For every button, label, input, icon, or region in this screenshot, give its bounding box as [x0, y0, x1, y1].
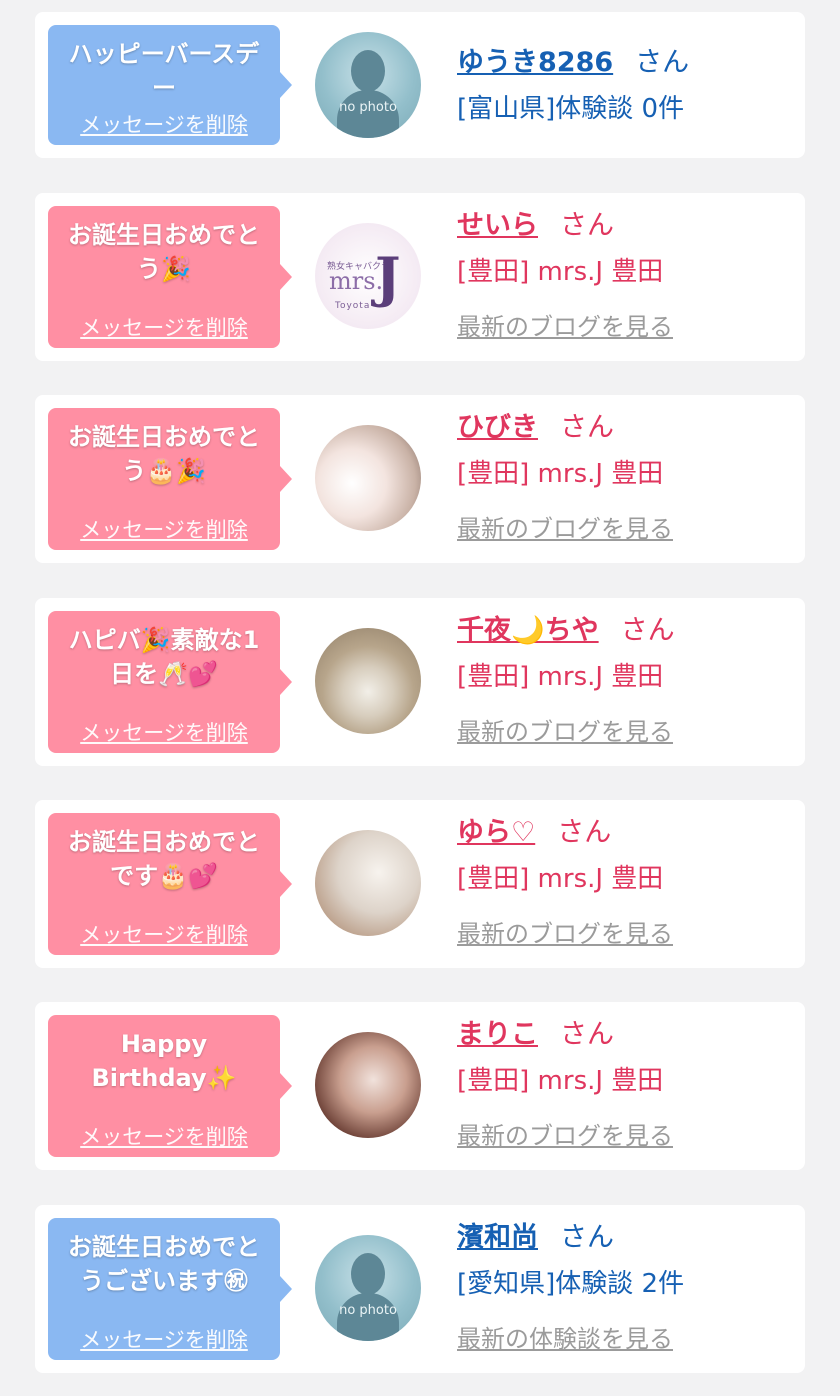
honorific: さん — [560, 210, 614, 241]
message-text: Happy Birthday✨ — [91, 1030, 237, 1092]
latest-blog-link[interactable]: 最新のブログを見る — [457, 513, 673, 545]
avatar[interactable] — [315, 830, 421, 936]
delete-message-link[interactable]: メッセージを削除 — [48, 719, 280, 747]
message-text: お誕生日おめでとうございます㊗ — [68, 1233, 260, 1295]
message-text: ハッピーバースデー — [68, 40, 260, 102]
message-card: お誕生日おめでとです🎂💕 メッセージを削除 ゆら♡ さん [豊田] mrs.J 豊… — [35, 800, 805, 968]
no-photo-label: no photo — [339, 100, 397, 115]
user-name-link[interactable]: 濱和尚 — [457, 1222, 538, 1253]
message-text: お誕生日おめでとう🎂🎉 — [68, 423, 260, 485]
logo-subtitle: Toyota — [335, 301, 371, 311]
avatar[interactable]: 熟女キャバクラ mrs. J Toyota — [315, 223, 421, 329]
no-photo-label: no photo — [339, 1303, 397, 1318]
silhouette-icon — [351, 50, 385, 92]
delete-message-link[interactable]: メッセージを削除 — [48, 921, 280, 949]
user-info: [富山県]体験談 0件 — [457, 94, 685, 124]
delete-message-link[interactable]: メッセージを削除 — [48, 516, 280, 544]
latest-blog-link[interactable]: 最新のブログを見る — [457, 716, 673, 748]
message-card: お誕生日おめでとう🎂🎉 メッセージを削除 ひびき さん [豊田] mrs.J 豊田… — [35, 395, 805, 563]
message-card: お誕生日おめでとうございます㊗ メッセージを削除 no photo 濱和尚 さん … — [35, 1205, 805, 1373]
user-name-link[interactable]: まりこ — [457, 1019, 538, 1050]
avatar[interactable] — [315, 1032, 421, 1138]
user-info: [豊田] mrs.J 豊田 — [457, 662, 664, 692]
honorific: さん — [560, 412, 614, 443]
user-name-line: ゆうき8286 さん — [457, 46, 689, 80]
avatar[interactable] — [315, 628, 421, 734]
message-text: お誕生日おめでとう🎉 — [68, 221, 260, 283]
latest-blog-link[interactable]: 最新のブログを見る — [457, 311, 673, 343]
user-name-link[interactable]: ゆうき8286 — [457, 47, 613, 78]
user-name-link[interactable]: 千夜🌙ちや — [457, 615, 599, 646]
user-name-line: せいら さん — [457, 209, 614, 243]
user-name-link[interactable]: せいら — [457, 210, 538, 241]
delete-message-link[interactable]: メッセージを削除 — [48, 1326, 280, 1354]
silhouette-icon — [351, 1253, 385, 1295]
latest-blog-link[interactable]: 最新のブログを見る — [457, 1120, 673, 1152]
honorific: さん — [560, 1222, 614, 1253]
delete-message-link[interactable]: メッセージを削除 — [48, 111, 280, 139]
message-bubble: お誕生日おめでとう🎉 メッセージを削除 — [48, 206, 292, 348]
delete-message-link[interactable]: メッセージを削除 — [48, 314, 280, 342]
honorific: さん — [557, 817, 612, 848]
user-name-line: まりこ さん — [457, 1018, 614, 1052]
message-card: ハッピーバースデー メッセージを削除 no photo ゆうき8286 さん [富… — [35, 12, 805, 158]
honorific: さん — [635, 47, 690, 78]
user-name-link[interactable]: ひびき — [457, 412, 538, 443]
latest-review-link[interactable]: 最新の体験談を見る — [457, 1323, 673, 1355]
message-bubble: Happy Birthday✨ メッセージを削除 — [48, 1015, 292, 1157]
user-info: [豊田] mrs.J 豊田 — [457, 257, 664, 287]
user-info: [豊田] mrs.J 豊田 — [457, 459, 664, 489]
honorific: さん — [560, 1019, 614, 1050]
user-name-link[interactable]: ゆら♡ — [457, 817, 535, 848]
message-card: お誕生日おめでとう🎉 メッセージを削除 熟女キャバクラ mrs. J Toyot… — [35, 193, 805, 361]
user-info: [豊田] mrs.J 豊田 — [457, 1066, 664, 1096]
message-text: お誕生日おめでとです🎂💕 — [68, 828, 260, 890]
honorific: さん — [620, 615, 675, 646]
message-bubble: お誕生日おめでとう🎂🎉 メッセージを削除 — [48, 408, 292, 550]
user-name-line: ゆら♡ さん — [457, 816, 611, 850]
message-text: ハピバ🎉素敵な1日を🥂💕 — [68, 626, 260, 688]
message-bubble: ハピバ🎉素敵な1日を🥂💕 メッセージを削除 — [48, 611, 292, 753]
user-name-line: 濱和尚 さん — [457, 1221, 614, 1255]
message-card: ハピバ🎉素敵な1日を🥂💕 メッセージを削除 千夜🌙ちや さん [豊田] mrs.J… — [35, 598, 805, 766]
message-bubble: お誕生日おめでとです🎂💕 メッセージを削除 — [48, 813, 292, 955]
user-name-line: 千夜🌙ちや さん — [457, 614, 675, 648]
user-name-line: ひびき さん — [457, 411, 614, 445]
delete-message-link[interactable]: メッセージを削除 — [48, 1123, 280, 1151]
user-info: [豊田] mrs.J 豊田 — [457, 864, 664, 894]
avatar[interactable]: no photo — [315, 1235, 421, 1341]
logo-j: J — [375, 245, 401, 309]
avatar[interactable]: no photo — [315, 32, 421, 138]
message-bubble: お誕生日おめでとうございます㊗ メッセージを削除 — [48, 1218, 292, 1360]
avatar[interactable] — [315, 425, 421, 531]
user-info: [愛知県]体験談 2件 — [457, 1269, 685, 1299]
latest-blog-link[interactable]: 最新のブログを見る — [457, 918, 673, 950]
message-card: Happy Birthday✨ メッセージを削除 まりこ さん [豊田] mrs.… — [35, 1002, 805, 1170]
message-bubble: ハッピーバースデー メッセージを削除 — [48, 25, 292, 145]
